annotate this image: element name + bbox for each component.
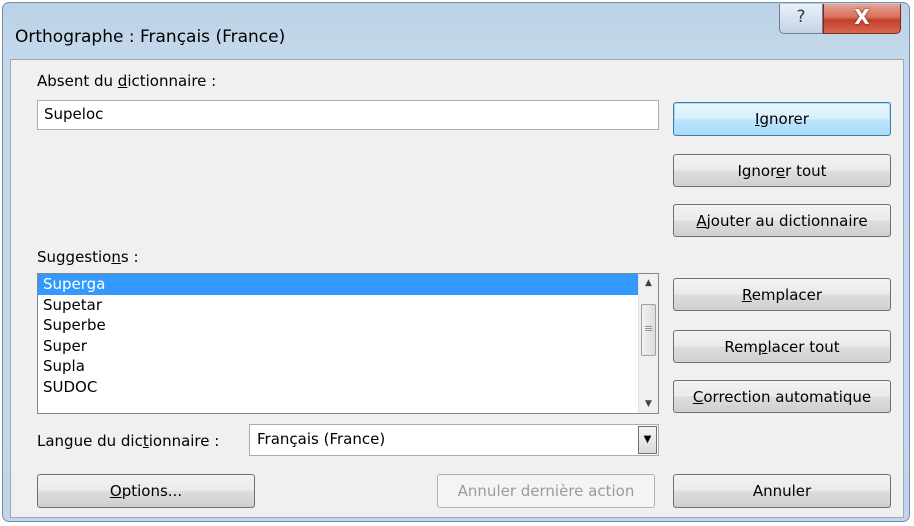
add-to-dictionary-button[interactable]: Ajouter au dictionnaire — [673, 204, 891, 237]
dictionary-language-select[interactable]: Français (France) ▼ — [249, 424, 659, 456]
suggestion-item[interactable]: Supetar — [38, 295, 639, 316]
triangle-up-icon: ▲ — [645, 278, 652, 288]
question-mark-icon: ? — [796, 7, 806, 27]
suggestion-item-selected[interactable]: Superga — [38, 274, 639, 295]
scrollbar-thumb[interactable]: ≡ — [641, 304, 656, 356]
ignore-all-button[interactable]: Ignorer tout — [673, 154, 891, 187]
scroll-up-arrow[interactable]: ▲ — [639, 274, 658, 292]
scroll-down-arrow[interactable]: ▼ — [639, 395, 658, 413]
suggestions-items: Superga Supetar Superbe Super Supla SUDO… — [38, 274, 639, 397]
grip-lines-icon: ≡ — [643, 322, 654, 335]
dropdown-button[interactable]: ▼ — [638, 426, 657, 454]
dialog-body: Absent du dictionnaire : Supeloc Suggest… — [10, 59, 904, 518]
not-in-dictionary-label: Absent du dictionnaire : — [37, 72, 217, 90]
options-button[interactable]: Options... — [37, 474, 255, 508]
spelling-dialog-window: Orthographe : Français (France) ? X Abse… — [2, 2, 910, 522]
close-x-icon: X — [854, 5, 870, 29]
suggestion-item[interactable]: SUDOC — [38, 377, 639, 398]
undo-last-action-button[interactable]: Annuler dernière action — [437, 474, 655, 508]
window-title: Orthographe : Français (France) — [15, 27, 286, 47]
help-button[interactable]: ? — [779, 4, 823, 34]
close-button[interactable]: X — [823, 4, 901, 34]
not-in-dictionary-value: Supeloc — [44, 105, 104, 123]
replace-all-button[interactable]: Remplacer tout — [673, 330, 891, 363]
triangle-down-icon: ▼ — [645, 399, 652, 409]
autocorrect-button[interactable]: Correction automatique — [673, 380, 891, 413]
suggestions-scrollbar[interactable]: ▲ ≡ ▼ — [638, 274, 658, 413]
replace-button[interactable]: Remplacer — [673, 278, 891, 311]
chevron-down-icon: ▼ — [643, 434, 652, 445]
dictionary-language-value: Français (France) — [257, 430, 386, 448]
ignore-button[interactable]: Ignorer — [673, 102, 891, 136]
cancel-button[interactable]: Annuler — [673, 474, 891, 508]
dictionary-language-label: Langue du dictionnaire : — [37, 432, 220, 450]
suggestion-item[interactable]: Supla — [38, 356, 639, 377]
not-in-dictionary-field[interactable]: Supeloc — [37, 100, 659, 130]
suggestion-item[interactable]: Superbe — [38, 315, 639, 336]
title-bar: Orthographe : Français (France) ? X — [3, 3, 909, 59]
suggestion-item[interactable]: Super — [38, 336, 639, 357]
suggestions-label: Suggestions : — [37, 248, 139, 266]
suggestions-list[interactable]: Superga Supetar Superbe Super Supla SUDO… — [37, 273, 659, 414]
